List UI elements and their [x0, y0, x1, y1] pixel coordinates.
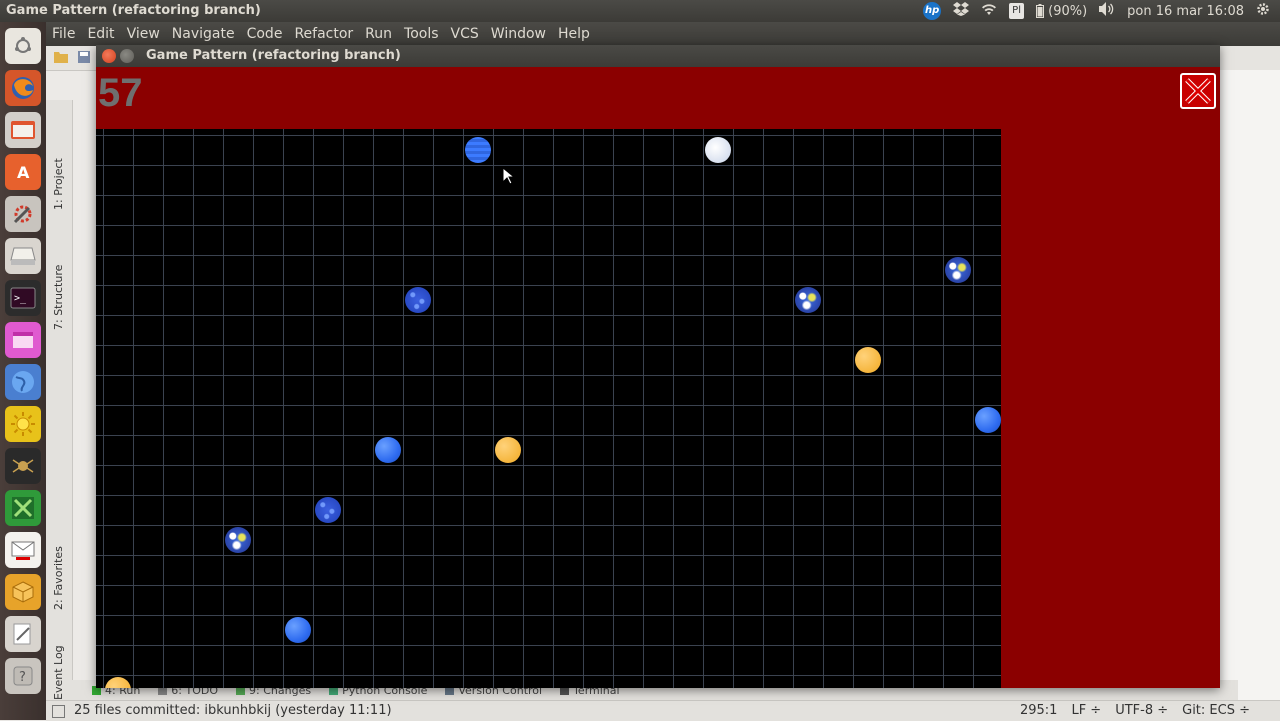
battery-indicator[interactable]: (90%) — [1035, 3, 1088, 19]
status-message[interactable]: 25 files committed: ibkunhbkij (yesterda… — [74, 703, 392, 718]
presentation-icon[interactable] — [5, 322, 41, 358]
game-ball-striped[interactable] — [465, 137, 491, 163]
ide-menu-bar: File Edit View Navigate Code Refactor Ru… — [46, 22, 1280, 46]
menu-edit[interactable]: Edit — [81, 26, 120, 42]
menu-help[interactable]: Help — [552, 26, 596, 42]
globe-icon[interactable] — [5, 364, 41, 400]
game-ball-blue[interactable] — [975, 407, 1001, 433]
game-ball-yellow[interactable] — [105, 677, 131, 688]
dropbox-icon[interactable] — [953, 2, 970, 20]
status-toggle-icon[interactable] — [52, 705, 65, 718]
unity-launcher: A >_ ? — [0, 22, 47, 720]
hp-icon[interactable]: hp — [923, 2, 942, 20]
ide-right-panel — [1217, 70, 1280, 700]
vcs-branch[interactable]: Git: ECS ÷ — [1182, 703, 1250, 718]
svg-text:?: ? — [19, 670, 26, 685]
menu-file[interactable]: File — [46, 26, 81, 42]
window-minimize-icon[interactable] — [120, 49, 134, 63]
game-canvas[interactable]: 57 — [96, 67, 1220, 688]
open-folder-icon[interactable] — [54, 51, 68, 67]
game-window: Game Pattern (refactoring branch) 57 — [96, 45, 1220, 688]
game-ball-earth[interactable] — [225, 527, 251, 553]
help-icon[interactable]: ? — [5, 658, 41, 694]
menu-window[interactable]: Window — [485, 26, 552, 42]
menu-code[interactable]: Code — [241, 26, 289, 42]
event-log-tab[interactable]: Event Log — [52, 645, 65, 700]
files-icon[interactable] — [5, 112, 41, 148]
system-tools-icon[interactable] — [5, 196, 41, 232]
system-top-bar: Game Pattern (refactoring branch) hp Pl … — [0, 0, 1280, 22]
firefox-icon[interactable] — [5, 70, 41, 106]
game-ball-earth[interactable] — [795, 287, 821, 313]
system-tray: hp Pl (90%) pon 16 mar 16:08 — [923, 0, 1270, 22]
caret-position[interactable]: 295:1 — [1020, 703, 1057, 718]
game-ball-earth[interactable] — [945, 257, 971, 283]
software-center-icon[interactable]: A — [5, 154, 41, 190]
close-x-icon — [1185, 78, 1211, 104]
mail-icon[interactable] — [5, 532, 41, 568]
menu-run[interactable]: Run — [359, 26, 398, 42]
menu-tools[interactable]: Tools — [398, 26, 445, 42]
weather-sun-icon[interactable] — [5, 406, 41, 442]
spider-app-icon[interactable] — [5, 448, 41, 484]
game-ball-bluepattern[interactable] — [405, 287, 431, 313]
window-close-icon[interactable] — [102, 49, 116, 63]
svg-text:A: A — [17, 163, 30, 182]
pycharm-icon[interactable] — [5, 490, 41, 526]
game-ball-white[interactable] — [705, 137, 731, 163]
game-window-title: Game Pattern (refactoring branch) — [146, 48, 401, 63]
menu-navigate[interactable]: Navigate — [166, 26, 241, 42]
game-ball-yellow[interactable] — [495, 437, 521, 463]
tool-tab-favorites[interactable]: 2: Favorites — [52, 546, 65, 610]
keyboard-layout-indicator[interactable]: Pl — [1009, 3, 1024, 19]
game-window-titlebar[interactable]: Game Pattern (refactoring branch) — [96, 45, 1220, 67]
game-ball-yellow[interactable] — [855, 347, 881, 373]
save-icon[interactable] — [78, 51, 90, 67]
volume-icon[interactable] — [1099, 2, 1115, 20]
ide-left-tool-strip: 1: Project 7: Structure 2: Favorites Eve… — [46, 100, 73, 700]
menu-refactor[interactable]: Refactor — [288, 26, 359, 42]
game-ball-blue[interactable] — [285, 617, 311, 643]
tool-tab-structure[interactable]: 7: Structure — [52, 265, 65, 330]
ide-status-bar: 25 files committed: ibkunhbkij (yesterda… — [46, 700, 1280, 721]
terminal-icon[interactable]: >_ — [5, 280, 41, 316]
file-encoding[interactable]: UTF-8 ÷ — [1115, 703, 1168, 718]
tool-tab-project[interactable]: 1: Project — [52, 158, 65, 210]
game-close-button[interactable] — [1180, 73, 1216, 109]
dash-home-icon[interactable] — [5, 28, 41, 64]
package-icon[interactable] — [5, 574, 41, 610]
menu-view[interactable]: View — [121, 26, 166, 42]
drive-icon[interactable] — [5, 238, 41, 274]
score-display: 57 — [98, 71, 143, 115]
line-ending[interactable]: LF ÷ — [1071, 703, 1101, 718]
clock[interactable]: pon 16 mar 16:08 — [1127, 4, 1244, 19]
menu-vcs[interactable]: VCS — [445, 26, 485, 42]
game-ball-bluepattern[interactable] — [315, 497, 341, 523]
active-window-title: Game Pattern (refactoring branch) — [6, 3, 261, 18]
svg-text:>_: >_ — [14, 293, 27, 304]
game-board-grid[interactable] — [96, 129, 1001, 688]
mouse-cursor-icon — [502, 167, 514, 185]
settings-gear-icon[interactable] — [1256, 2, 1270, 20]
game-ball-blue[interactable] — [375, 437, 401, 463]
wifi-icon[interactable] — [981, 3, 997, 19]
text-editor-icon[interactable] — [5, 616, 41, 652]
battery-percent: (90%) — [1048, 3, 1088, 19]
